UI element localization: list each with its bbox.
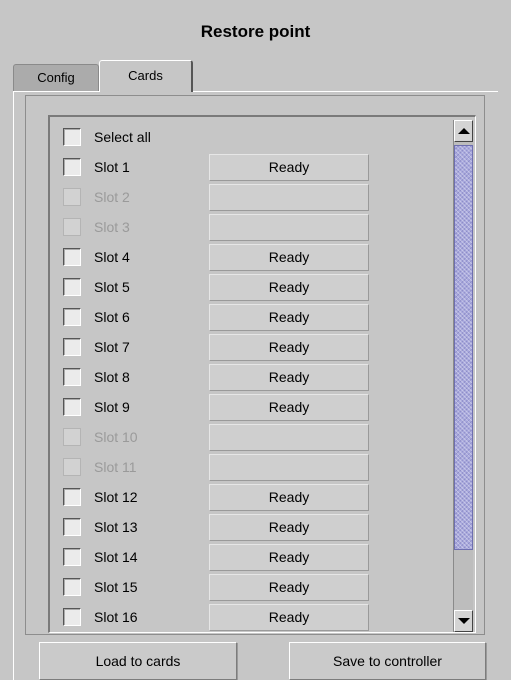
slot-status [209, 214, 369, 241]
slot-row: Slot 1 Ready [50, 152, 450, 182]
slot-row: Slot 8 Ready [50, 362, 450, 392]
slot-status [209, 184, 369, 211]
dialog-title: Restore point [200, 22, 311, 41]
select-all-row: Select all [50, 122, 450, 152]
slot-row: Slot 6 Ready [50, 302, 450, 332]
select-all-checkbox[interactable] [63, 128, 81, 146]
slot-label: Slot 16 [94, 609, 138, 625]
slot-status: Ready [209, 394, 369, 421]
slot-row: Slot 12 Ready [50, 482, 450, 512]
slot-checkbox[interactable] [63, 308, 81, 326]
slot-checkbox [63, 458, 81, 476]
slot-row: Slot 14 Ready [50, 542, 450, 572]
scroll-down-button[interactable] [454, 610, 473, 632]
slot-label: Slot 13 [94, 519, 138, 535]
slot-status: Ready [209, 514, 369, 541]
slot-checkbox[interactable] [63, 248, 81, 266]
slot-status: Ready [209, 574, 369, 601]
slot-label: Slot 11 [94, 459, 137, 475]
slot-label: Slot 5 [94, 279, 130, 295]
scroll-thumb[interactable] [454, 145, 473, 550]
slot-label: Slot 6 [94, 309, 130, 325]
slot-label: Slot 12 [94, 489, 138, 505]
slot-checkbox[interactable] [63, 368, 81, 386]
slot-row: Slot 11 [50, 452, 450, 482]
slot-label: Slot 4 [94, 249, 130, 265]
slot-checkbox [63, 188, 81, 206]
slot-row: Slot 9 Ready [50, 392, 450, 422]
slot-row: Slot 4 Ready [50, 242, 450, 272]
slot-checkbox[interactable] [63, 608, 81, 626]
slot-list: Select all Slot 1 Ready Slot 2 Slot 3 Slot 4… [50, 122, 450, 632]
slot-label: Slot 9 [94, 399, 130, 415]
slot-status: Ready [209, 304, 369, 331]
slot-label: Slot 3 [94, 219, 130, 235]
slot-status: Ready [209, 274, 369, 301]
slot-row: Slot 15 Ready [50, 572, 450, 602]
slot-status [209, 424, 369, 451]
slot-list-frame: Select all Slot 1 Ready Slot 2 Slot 3 Slot 4… [48, 115, 476, 633]
slot-status: Ready [209, 544, 369, 571]
scroll-up-button[interactable] [454, 120, 473, 142]
vertical-scrollbar[interactable] [453, 120, 473, 632]
select-all-label: Select all [94, 129, 151, 145]
slot-status: Ready [209, 334, 369, 361]
slot-checkbox[interactable] [63, 518, 81, 536]
slot-status: Ready [209, 604, 369, 631]
slot-row: Slot 10 [50, 422, 450, 452]
slot-status: Ready [209, 364, 369, 391]
slot-label: Slot 10 [94, 429, 138, 445]
slot-row: Slot 13 Ready [50, 512, 450, 542]
slot-status: Ready [209, 154, 369, 181]
slot-checkbox[interactable] [63, 548, 81, 566]
slot-label: Slot 14 [94, 549, 138, 565]
slot-label: Slot 7 [94, 339, 130, 355]
slot-checkbox [63, 218, 81, 236]
slot-row: Slot 16 Ready [50, 602, 450, 632]
slot-checkbox[interactable] [63, 398, 81, 416]
load-to-cards-button[interactable]: Load to cards [39, 642, 237, 680]
slot-status: Ready [209, 244, 369, 271]
slot-row: Slot 5 Ready [50, 272, 450, 302]
slot-row: Slot 2 [50, 182, 450, 212]
tab-config[interactable]: Config [13, 64, 99, 92]
slot-label: Slot 2 [94, 189, 130, 205]
slot-label: Slot 1 [94, 159, 130, 175]
slot-label: Slot 8 [94, 369, 130, 385]
slot-status: Ready [209, 484, 369, 511]
tab-cards[interactable]: Cards [99, 60, 193, 92]
slot-checkbox[interactable] [63, 488, 81, 506]
slot-checkbox[interactable] [63, 578, 81, 596]
arrow-up-icon [457, 128, 470, 134]
slot-status [209, 454, 369, 481]
arrow-down-icon [457, 618, 470, 624]
slot-label: Slot 15 [94, 579, 138, 595]
slot-checkbox[interactable] [63, 278, 81, 296]
slot-checkbox[interactable] [63, 158, 81, 176]
slot-row: Slot 3 [50, 212, 450, 242]
slot-checkbox [63, 428, 81, 446]
save-to-controller-button[interactable]: Save to controller [289, 642, 486, 680]
slot-row: Slot 7 Ready [50, 332, 450, 362]
slot-checkbox[interactable] [63, 338, 81, 356]
